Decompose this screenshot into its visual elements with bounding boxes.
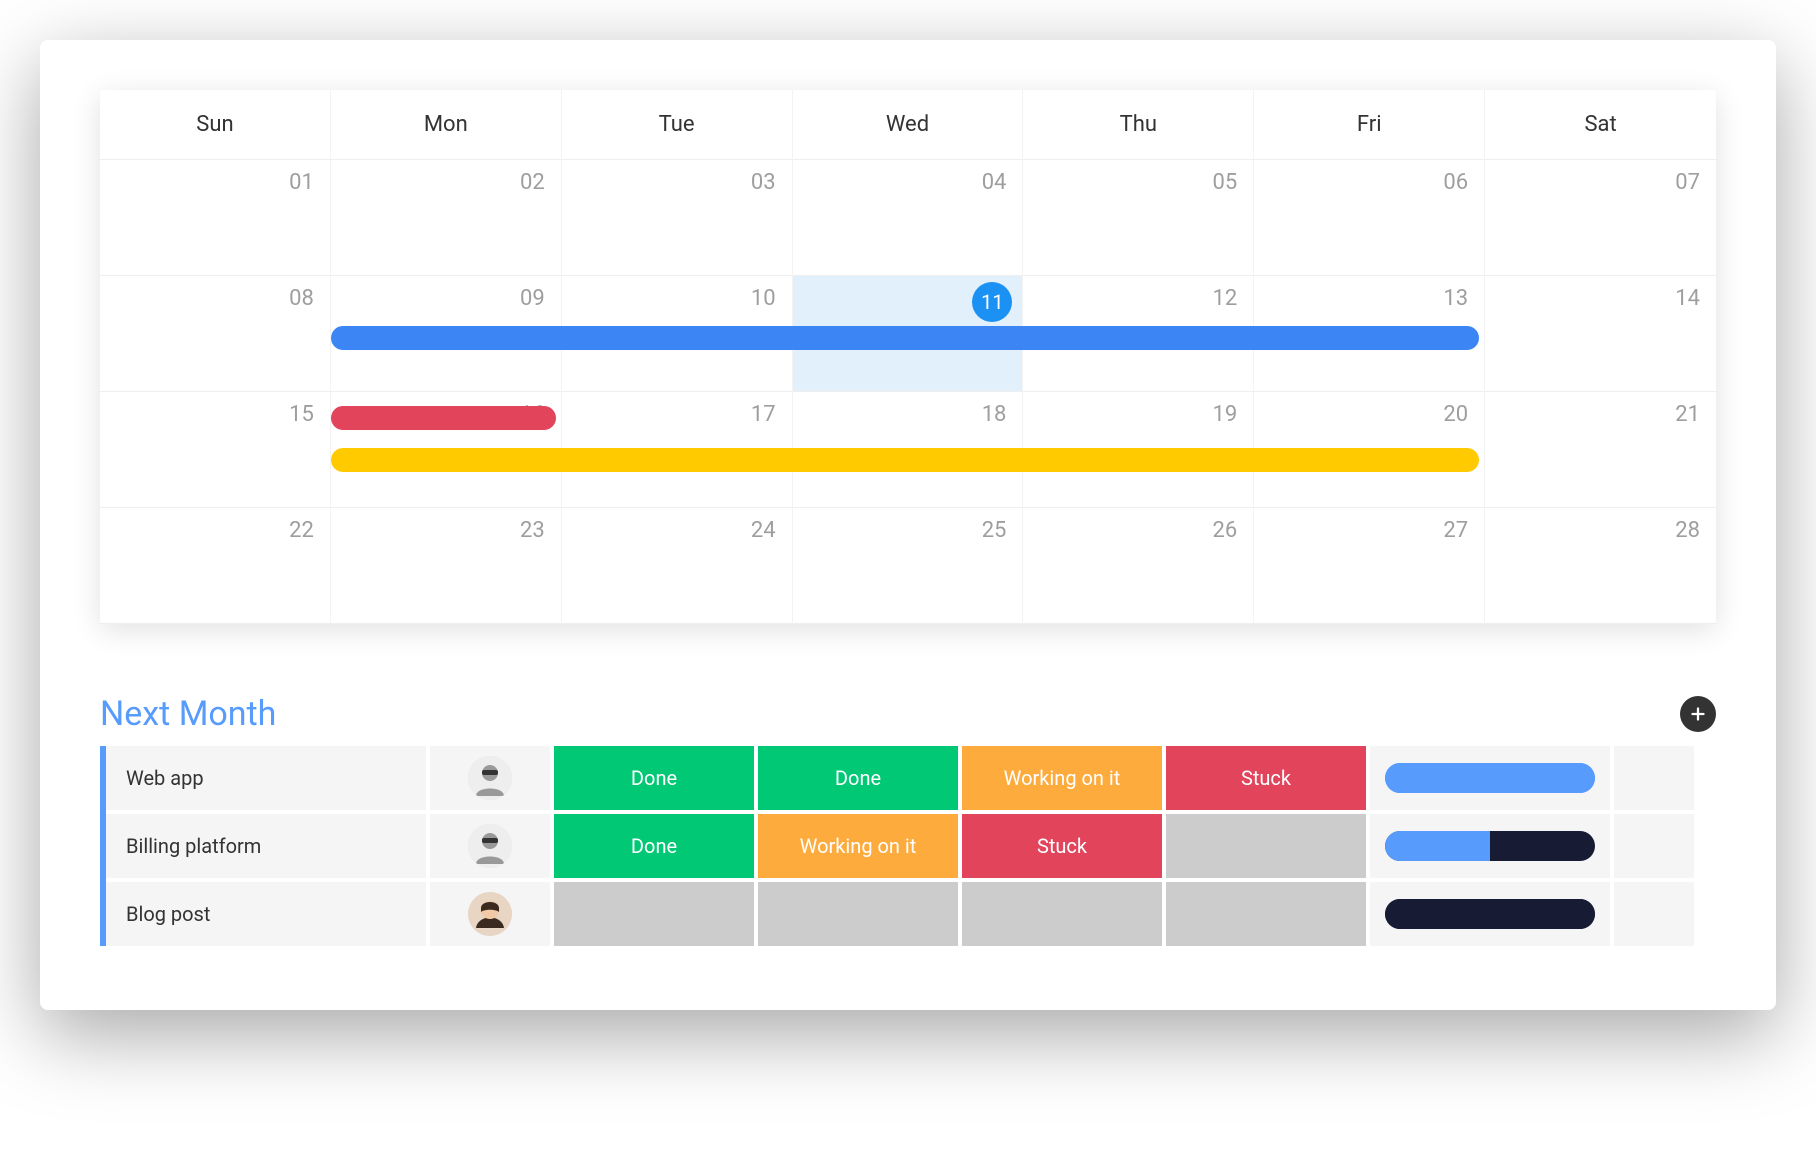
task-status-cell[interactable] [554, 882, 754, 946]
task-status-cell[interactable] [962, 882, 1162, 946]
calendar-cell[interactable]: 04 [793, 160, 1024, 276]
calendar-day-number: 05 [1213, 170, 1238, 195]
task-timeline-cell[interactable] [1370, 746, 1610, 810]
calendar-cell[interactable]: 05 [1023, 160, 1254, 276]
calendar-day-number: 23 [520, 518, 545, 543]
task-name-cell[interactable]: Blog post [106, 882, 426, 946]
calendar-day-number: 06 [1443, 170, 1468, 195]
calendar-cell[interactable]: 01 [100, 160, 331, 276]
task-status-cell[interactable] [758, 882, 958, 946]
calendar-widget: SunMonTueWedThuFriSat 01 02 03 04 05 06 07 08 09… [100, 90, 1716, 624]
calendar-day-number: 12 [1213, 286, 1238, 311]
calendar-cell[interactable]: 23 [331, 508, 562, 624]
board-row: Billing platform DoneWorking on itStuck [106, 814, 1716, 878]
task-trailing-cell [1614, 882, 1694, 946]
calendar-day-number: 20 [1443, 402, 1468, 427]
task-status-cell[interactable] [1166, 814, 1366, 878]
timeline-pill [1385, 763, 1595, 793]
task-person-cell[interactable] [430, 814, 550, 878]
task-status-cell[interactable]: Stuck [1166, 746, 1366, 810]
calendar-day-header: Sat [1485, 90, 1716, 160]
calendar-day-number: 24 [751, 518, 776, 543]
calendar-day-number: 22 [289, 518, 314, 543]
calendar-day-number: 09 [520, 286, 545, 311]
calendar-day-number: 02 [520, 170, 545, 195]
calendar-day-number: 01 [289, 170, 314, 195]
calendar-day-number: 21 [1675, 402, 1700, 427]
calendar-cell[interactable]: 14 [1485, 276, 1716, 392]
calendar-day-number: 17 [751, 402, 776, 427]
calendar-day-number: 07 [1675, 170, 1700, 195]
calendar-cell[interactable]: 21 [1485, 392, 1716, 508]
avatar-icon [468, 892, 512, 936]
timeline-pill [1385, 899, 1595, 929]
timeline-pill [1385, 831, 1595, 861]
calendar-cell[interactable]: 02 [331, 160, 562, 276]
calendar-cell[interactable]: 27 [1254, 508, 1485, 624]
calendar-day-number: 25 [982, 518, 1007, 543]
task-status-cell[interactable]: Working on it [962, 746, 1162, 810]
calendar-event-bar[interactable] [331, 326, 1479, 350]
board-table: Web appDoneDoneWorking on itStuckBilling… [100, 746, 1716, 946]
calendar-day-header: Mon [331, 90, 562, 160]
calendar-header-row: SunMonTueWedThuFriSat [100, 90, 1716, 160]
calendar-day-number: 15 [289, 402, 314, 427]
calendar-cell[interactable]: 08 [100, 276, 331, 392]
app-frame: SunMonTueWedThuFriSat 01 02 03 04 05 06 07 08 09… [40, 40, 1776, 1010]
calendar-day-number: 03 [751, 170, 776, 195]
calendar-body: 0102030405060708091011121314151617181920… [100, 160, 1716, 624]
calendar-cell[interactable]: 22 [100, 508, 331, 624]
calendar-cell[interactable]: 28 [1485, 508, 1716, 624]
calendar-day-number: 19 [1213, 402, 1238, 427]
board-row: Blog post [106, 882, 1716, 946]
task-status-cell[interactable]: Working on it [758, 814, 958, 878]
calendar-event-bar[interactable] [331, 406, 556, 430]
board-row: Web appDoneDoneWorking on itStuck [106, 746, 1716, 810]
calendar-day-number: 18 [982, 402, 1007, 427]
calendar-event-bar[interactable] [331, 448, 1479, 472]
avatar-icon [468, 756, 512, 800]
task-status-cell[interactable]: Stuck [962, 814, 1162, 878]
calendar-day-number: 10 [751, 286, 776, 311]
calendar-day-number: 13 [1443, 286, 1468, 311]
task-person-cell[interactable] [430, 746, 550, 810]
task-timeline-cell[interactable] [1370, 814, 1610, 878]
task-timeline-cell[interactable] [1370, 882, 1610, 946]
calendar-cell[interactable]: 06 [1254, 160, 1485, 276]
task-status-cell[interactable] [1166, 882, 1366, 946]
task-name-cell[interactable]: Billing platform [106, 814, 426, 878]
avatar-icon [468, 824, 512, 868]
calendar-day-header: Tue [562, 90, 793, 160]
calendar-day-number: 27 [1443, 518, 1468, 543]
section-title: Next Month [100, 694, 276, 734]
calendar-day-number: 14 [1675, 286, 1700, 311]
calendar-day-header: Thu [1023, 90, 1254, 160]
calendar-day-header: Sun [100, 90, 331, 160]
calendar-cell[interactable]: 03 [562, 160, 793, 276]
task-person-cell[interactable] [430, 882, 550, 946]
calendar-day-number: 11 [972, 282, 1012, 322]
calendar-day-number: 28 [1675, 518, 1700, 543]
calendar-cell[interactable]: 15 [100, 392, 331, 508]
task-status-cell[interactable]: Done [554, 814, 754, 878]
calendar-day-number: 08 [289, 286, 314, 311]
task-trailing-cell [1614, 814, 1694, 878]
calendar-row: 01 02 03 04 05 06 07 [100, 160, 1716, 276]
calendar-day-header: Wed [793, 90, 1024, 160]
calendar-cell[interactable]: 07 [1485, 160, 1716, 276]
calendar-row: 22 23 24 25 26 27 28 [100, 508, 1716, 624]
calendar-cell[interactable]: 26 [1023, 508, 1254, 624]
calendar-day-number: 26 [1213, 518, 1238, 543]
task-name-cell[interactable]: Web app [106, 746, 426, 810]
calendar-cell[interactable]: 24 [562, 508, 793, 624]
calendar-day-number: 04 [982, 170, 1007, 195]
calendar-day-header: Fri [1254, 90, 1485, 160]
task-status-cell[interactable]: Done [758, 746, 958, 810]
section-header: Next Month [100, 694, 1716, 734]
task-trailing-cell [1614, 746, 1694, 810]
task-status-cell[interactable]: Done [554, 746, 754, 810]
plus-icon [1687, 703, 1709, 725]
add-button[interactable] [1680, 696, 1716, 732]
calendar-cell[interactable]: 25 [793, 508, 1024, 624]
